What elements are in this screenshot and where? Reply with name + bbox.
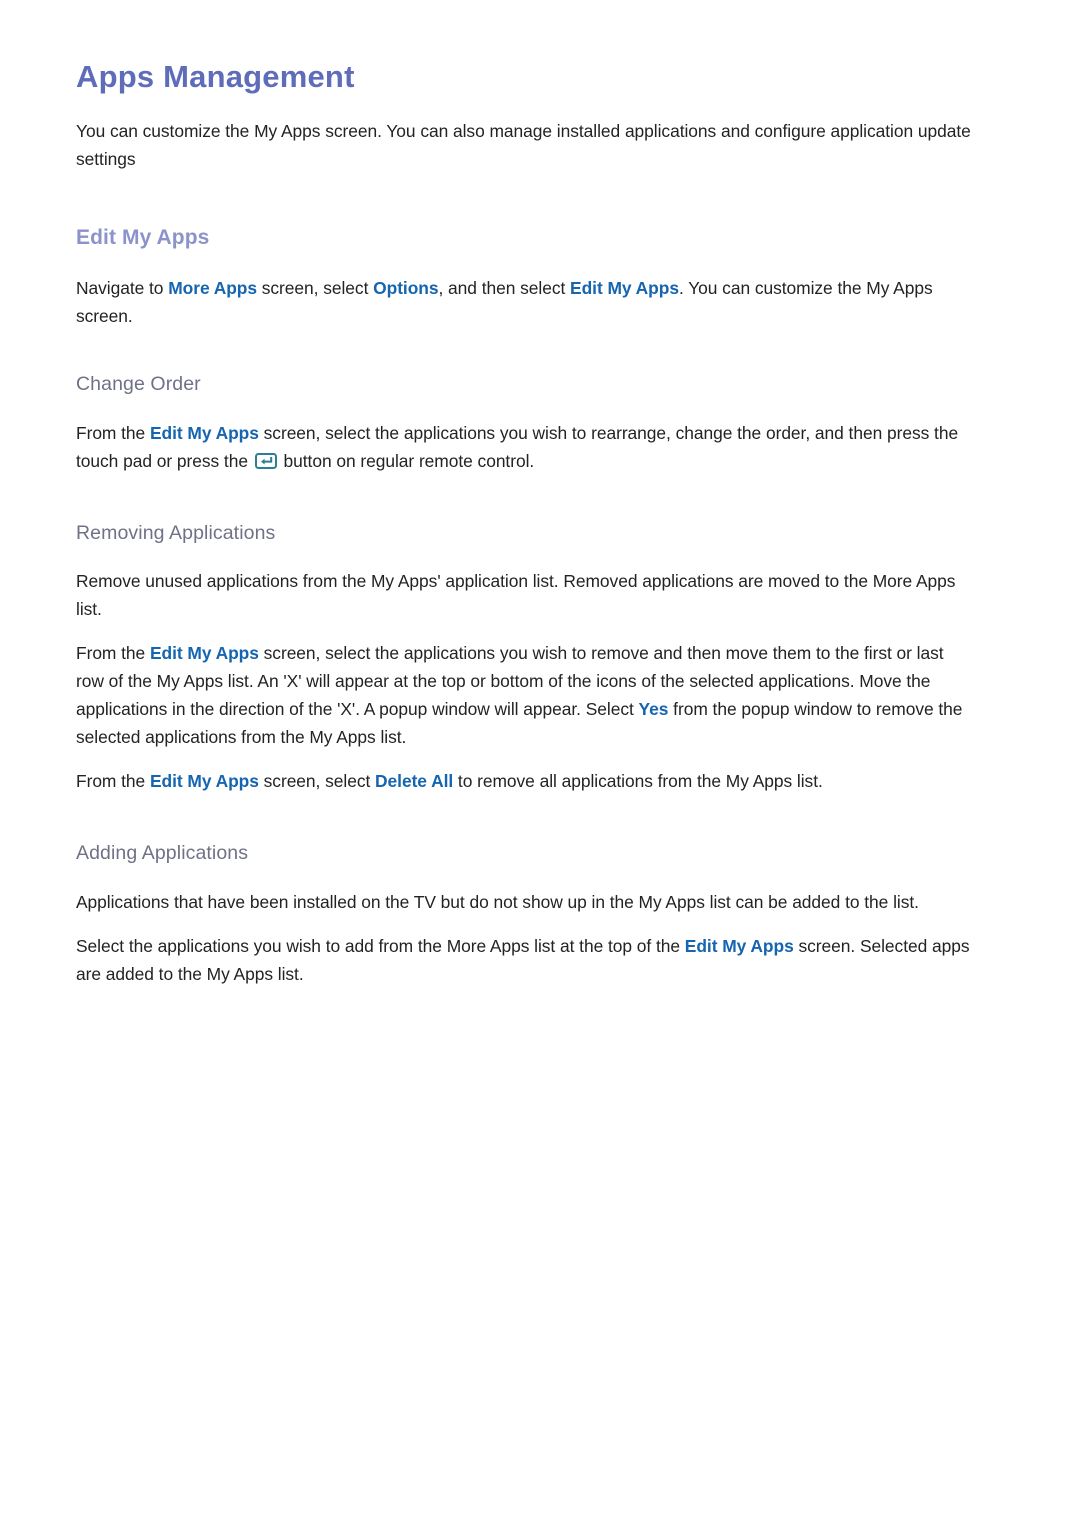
subsection-heading-adding-applications: Adding Applications	[76, 842, 249, 865]
enter-key-icon	[254, 452, 277, 469]
inline-keyword[interactable]: Edit My Apps	[150, 423, 259, 443]
inline-keyword[interactable]: Edit My Apps	[150, 643, 259, 663]
paragraph-removing-2: From the Edit My Apps screen, select the…	[76, 643, 963, 748]
paragraph-removing-1: Remove unused applications from the My A…	[76, 571, 956, 620]
inline-keyword[interactable]: Edit My Apps	[685, 936, 794, 956]
intro-paragraph: You can customize the My Apps screen. Yo…	[76, 121, 971, 170]
inline-keyword[interactable]: Options	[373, 278, 438, 298]
inline-keyword[interactable]: More Apps	[168, 278, 257, 298]
subsection-heading-removing-applications: Removing Applications	[76, 521, 276, 544]
page-title: Apps Management	[76, 59, 355, 94]
paragraph-edit-my-apps: Navigate to More Apps screen, select Opt…	[76, 278, 933, 327]
subsection-heading-change-order: Change Order	[76, 373, 201, 396]
paragraph-adding-2: Select the applications you wish to add …	[76, 935, 970, 984]
paragraph-removing-3: From the Edit My Apps screen, select Del…	[76, 771, 823, 792]
inline-keyword[interactable]: Edit My Apps	[570, 278, 679, 298]
document-page: Apps Management You can customize the My…	[0, 0, 1080, 1527]
paragraph-adding-1: Applications that have been installed on…	[76, 891, 919, 912]
section-heading-edit-my-apps: Edit My Apps	[76, 226, 210, 250]
paragraph-change-order: From the Edit My Apps screen, select the…	[76, 422, 959, 471]
document-content: Apps Management You can customize the My…	[76, 58, 976, 988]
inline-keyword[interactable]: Yes	[639, 699, 669, 719]
inline-keyword[interactable]: Edit My Apps	[150, 771, 259, 791]
inline-keyword[interactable]: Delete All	[375, 771, 453, 791]
